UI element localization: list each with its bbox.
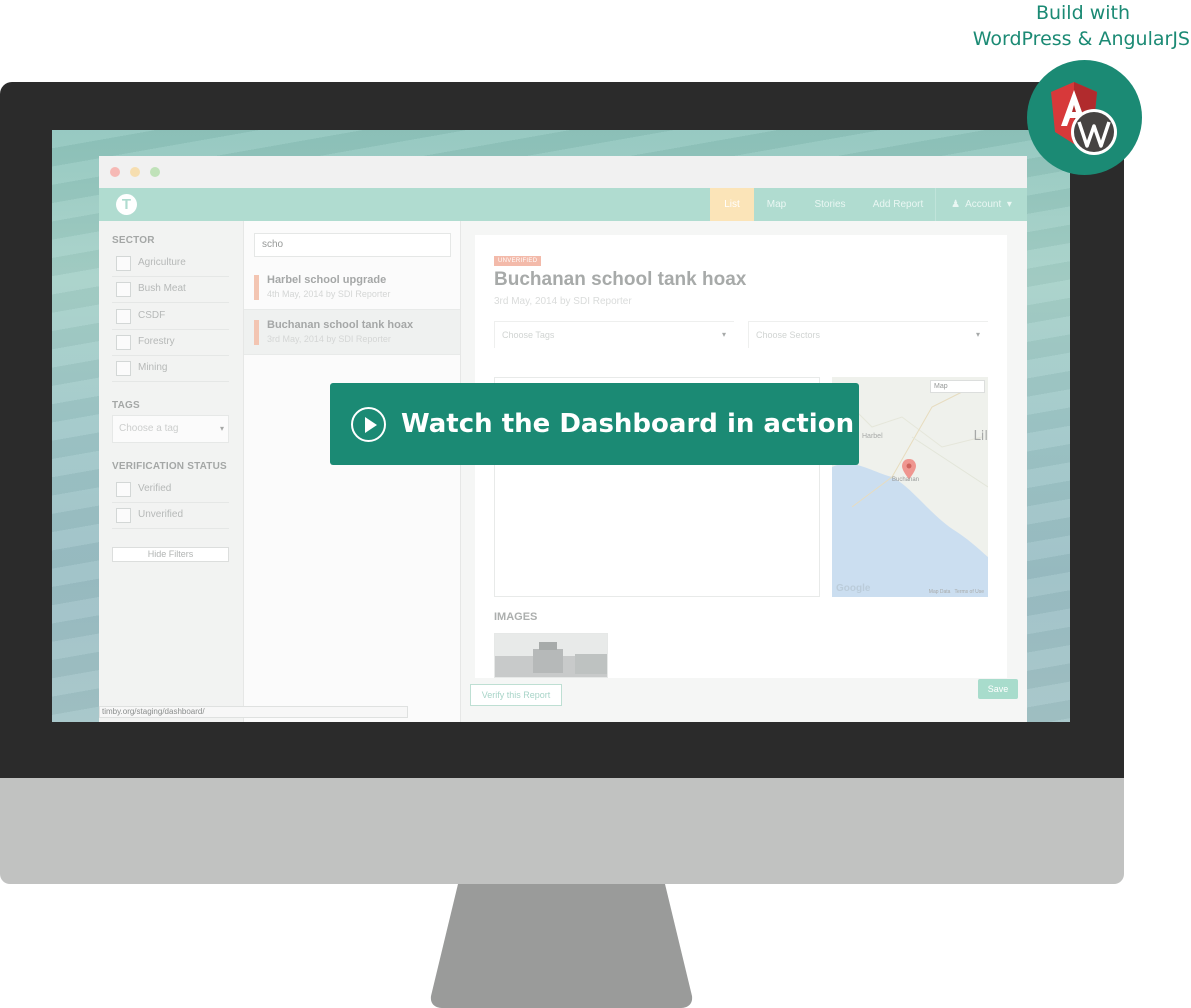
verification-heading: VERIFICATION STATUS [112,461,227,472]
checkbox[interactable] [116,256,131,271]
account-menu[interactable]: ♟ Account ▾ [935,188,1027,221]
wordpress-icon [1071,109,1117,155]
map-label-city: Buchanan [892,477,920,483]
list-item-meta: 3rd May, 2014 by SDI Reporter [267,334,391,344]
choose-tags-select[interactable]: Choose Tags ▾ [494,321,734,348]
nav-tab-stories[interactable]: Stories [799,188,861,221]
map-label-harbel: Harbel [862,433,883,440]
tag-select[interactable]: Choose a tag ▾ [112,415,229,443]
verify-report-button[interactable]: Verify this Report [470,684,562,706]
caret-down-icon: ▾ [1006,199,1012,210]
terms-link[interactable]: Terms of Use [955,589,984,595]
checkbox[interactable] [116,361,131,376]
monitor-stand [430,884,693,1008]
choose-tags-placeholder: Choose Tags [502,330,555,340]
nav-tab-map[interactable]: Map [754,188,799,221]
status-marker [254,320,259,345]
nav-tab-list[interactable]: List [710,188,754,221]
user-icon: ♟ [951,199,961,210]
account-label: Account [965,199,1002,210]
filter-sector-agriculture[interactable]: Agriculture [112,251,229,277]
checkbox[interactable] [116,282,131,297]
nav-tab-add-report[interactable]: Add Report [861,188,935,221]
choose-sectors-select[interactable]: Choose Sectors ▾ [748,321,988,348]
hide-filters-button[interactable]: Hide Filters [112,547,229,562]
app-navbar: T List Map Stories Add Report ♟ Account … [99,188,1027,221]
tags-heading: TAGS [112,400,140,411]
photo-image [495,634,607,677]
search-input[interactable]: scho [254,233,451,257]
map-type-value: Map [934,383,948,390]
checkbox-label: Agriculture [138,257,186,268]
watch-dashboard-button[interactable]: Watch the Dashboard in action [330,383,859,465]
list-item-title: Buchanan school tank hoax [267,319,414,331]
maximize-window-button[interactable] [150,167,160,177]
built-with-heading: Build with WordPress & AngularJS [931,0,1191,52]
cta-label: Watch the Dashboard in action [401,409,855,439]
map-pin-icon[interactable] [902,459,916,479]
choose-sectors-placeholder: Choose Sectors [756,330,821,340]
report-list: scho Harbel school upgrade 4th May, 2014… [244,221,461,722]
list-item-title: Harbel school upgrade [267,274,387,286]
map-data-link[interactable]: Map Data [929,589,951,595]
map-type-select[interactable]: Map [930,380,985,393]
filter-verified[interactable]: Verified [112,477,229,503]
filter-sector-csdf[interactable]: CSDF [112,304,229,330]
checkbox-label: Forestry [138,336,175,347]
list-item[interactable]: Harbel school upgrade 4th May, 2014 by S… [244,265,460,310]
filter-sector-mining[interactable]: Mining [112,356,229,382]
filter-sector-bush-meat[interactable]: Bush Meat [112,277,229,303]
tech-badge [1027,60,1142,175]
report-meta: 3rd May, 2014 by SDI Reporter [494,296,632,307]
filter-unverified[interactable]: Unverified [112,503,229,529]
browser-titlebar [99,156,1027,188]
checkbox-label: Verified [138,483,172,494]
play-icon [351,407,386,442]
caret-down-icon: ▾ [975,330,980,339]
checkbox[interactable] [116,335,131,350]
checkbox-label: Mining [138,362,168,373]
filter-sector-forestry[interactable]: Forestry [112,330,229,356]
map-label-country: Lil [973,429,988,444]
report-image-thumbnail[interactable] [494,633,608,678]
sector-heading: SECTOR [112,235,155,246]
google-logo: Google [836,583,871,594]
minimize-window-button[interactable] [130,167,140,177]
report-title: Buchanan school tank hoax [494,269,747,290]
close-window-button[interactable] [110,167,120,177]
checkbox[interactable] [116,508,131,523]
status-bar-url: timby.org/staging/dashboard/ [99,706,408,718]
tag-select-placeholder: Choose a tag [119,423,179,434]
images-heading: IMAGES [494,611,538,623]
caret-down-icon: ▾ [721,330,726,339]
status-badge: UNVERIFIED [494,256,542,266]
list-item[interactable]: Buchanan school tank hoax 3rd May, 2014 … [244,310,460,355]
app-logo[interactable]: T [116,194,137,215]
filters-sidebar: SECTOR Agriculture Bush Meat CSDF Forest… [99,221,244,722]
map-terms[interactable]: Map Data Terms of Use [929,589,984,595]
checkbox-label: Unverified [138,509,184,520]
caret-down-icon: ▾ [219,424,224,433]
checkbox[interactable] [116,482,131,497]
list-item-meta: 4th May, 2014 by SDI Reporter [267,289,391,299]
monitor-chin [0,778,1124,884]
built-with-line2: WordPress & AngularJS [972,28,1190,50]
report-detail: UNVERIFIED Buchanan school tank hoax 3rd… [461,221,1027,722]
status-marker [254,275,259,300]
built-with-line1: Build with [1035,2,1130,24]
checkbox-label: Bush Meat [138,283,186,294]
checkbox-label: CSDF [138,310,166,321]
checkbox[interactable] [116,309,131,324]
save-button[interactable]: Save [978,679,1018,699]
